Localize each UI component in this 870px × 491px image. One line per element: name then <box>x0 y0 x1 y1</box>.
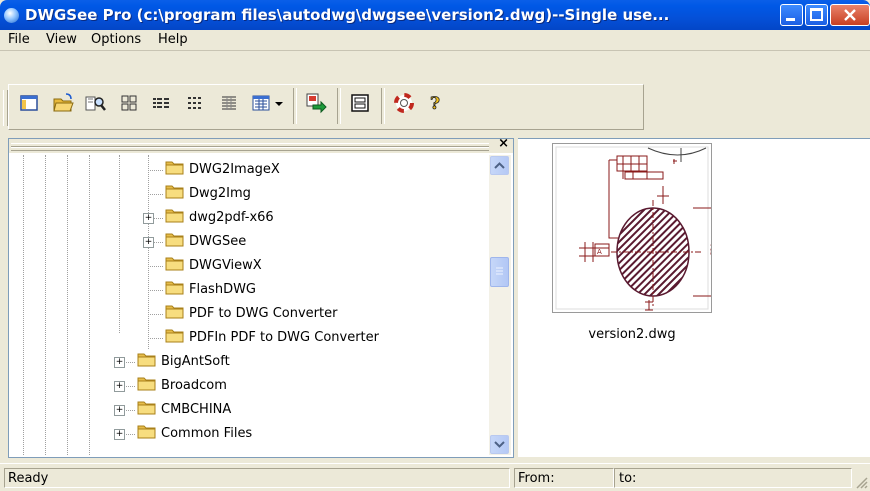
status-from: From: <box>514 468 614 488</box>
tree-item[interactable]: Dwg2Img <box>165 183 251 207</box>
details-view-icon[interactable] <box>218 92 240 114</box>
folder-icon <box>165 207 185 227</box>
folder-icon <box>137 423 157 443</box>
svg-text:?: ? <box>430 94 440 114</box>
thumbnail-view-icon[interactable] <box>250 92 272 114</box>
tree-item-label: BigAntSoft <box>161 353 230 369</box>
window-icon[interactable] <box>349 92 371 114</box>
chevron-up-icon <box>494 162 505 169</box>
toolbar-grip[interactable] <box>3 90 8 126</box>
about-icon[interactable]: ? <box>424 92 446 115</box>
folder-icon <box>165 159 185 179</box>
folder-icon <box>165 303 185 323</box>
menu-options[interactable]: Options <box>91 32 141 47</box>
tree-item-label: DWG2ImageX <box>189 161 280 177</box>
thumbnail-caption: version2.dwg <box>588 327 676 342</box>
menu-bar: File View Options Help <box>0 30 870 51</box>
menu-file[interactable]: File <box>8 32 30 47</box>
resize-grip-icon[interactable] <box>854 475 868 489</box>
tree-item-label: PDF to DWG Converter <box>189 305 338 321</box>
tree-item-label: FlashDWG <box>189 281 257 297</box>
close-button[interactable] <box>830 4 870 26</box>
tree-item[interactable]: dwg2pdf-x66 <box>165 207 274 231</box>
folder-tree-pane: × DWG2ImageX Dwg2Img + dwg2pdf-x66 + DWGSee DW… <box>8 136 514 458</box>
tree-item-label: dwg2pdf-x66 <box>189 209 274 225</box>
close-icon <box>844 9 856 21</box>
drawing-thumbnail[interactable]: Ø24 A <box>552 143 723 313</box>
folder-tree: DWG2ImageX Dwg2Img + dwg2pdf-x66 + DWGSee DWGV… <box>9 155 487 455</box>
toolbar-separator <box>337 88 341 124</box>
app-icon[interactable] <box>4 8 19 23</box>
status-text: Ready <box>4 468 510 488</box>
close-pane-icon[interactable]: × <box>498 136 509 151</box>
tree-item-label: DWGSee <box>189 233 247 249</box>
scroll-down-button[interactable] <box>490 435 509 454</box>
open-folder-icon[interactable] <box>52 92 74 114</box>
tree-item-label: Common Files <box>161 425 253 441</box>
dwg-preview-image: Ø24 A <box>553 144 723 312</box>
toolbar-separator <box>381 88 385 124</box>
status-to: to: <box>614 468 852 488</box>
tree-item-label: PDFIn PDF to DWG Converter <box>189 329 379 345</box>
tree-item-label: DWGViewX <box>189 257 262 273</box>
folder-icon <box>165 279 185 299</box>
tree-item[interactable]: Broadcom <box>137 375 227 399</box>
tree-item-label: Broadcom <box>161 377 227 393</box>
scroll-up-button[interactable] <box>490 156 509 175</box>
tree-item[interactable]: DWGViewX <box>165 255 262 279</box>
tree-item[interactable]: FlashDWG <box>165 279 256 303</box>
status-bar: Ready From: to: <box>0 463 870 491</box>
menu-view[interactable]: View <box>46 32 77 47</box>
svg-text:A: A <box>597 248 602 256</box>
list-view-icon[interactable] <box>150 92 172 114</box>
expand-toggle[interactable]: + <box>114 429 125 440</box>
tree-item[interactable]: PDFIn PDF to DWG Converter <box>165 327 379 351</box>
folder-icon <box>165 183 185 203</box>
tree-item-label: Dwg2Img <box>189 185 251 201</box>
small-icons-icon[interactable] <box>184 92 206 114</box>
preview-pane: Ø24 A version2.dwg <box>518 138 870 457</box>
tree-item[interactable]: DWG2ImageX <box>165 159 280 183</box>
folder-icon <box>165 327 185 347</box>
folder-icon <box>165 255 185 275</box>
expand-toggle[interactable]: + <box>143 237 154 248</box>
toolbar-separator <box>293 88 297 124</box>
tree-item[interactable]: DWGSee <box>165 231 246 255</box>
tree-item[interactable]: BigAntSoft <box>137 351 230 375</box>
minimize-button[interactable] <box>780 4 803 26</box>
tree-item[interactable]: CMBCHINA <box>137 399 231 423</box>
window-title: DWGSee Pro (c:\program files\autodwg\dwg… <box>25 6 670 24</box>
tree-item-label: CMBCHINA <box>161 401 232 417</box>
folder-icon <box>165 231 185 251</box>
folder-icon <box>137 375 157 395</box>
browser-pane-icon[interactable] <box>18 92 40 114</box>
menu-help[interactable]: Help <box>158 32 188 47</box>
scroll-thumb[interactable] <box>490 257 509 287</box>
folder-icon <box>137 351 157 371</box>
expand-toggle[interactable]: + <box>114 405 125 416</box>
svg-text:Ø24: Ø24 <box>710 243 711 256</box>
find-files-icon[interactable] <box>84 92 106 114</box>
maximize-button[interactable] <box>805 4 828 26</box>
expand-toggle[interactable]: + <box>114 381 125 392</box>
folder-icon <box>137 399 157 419</box>
expand-toggle[interactable]: + <box>143 213 154 224</box>
expand-toggle[interactable]: + <box>114 357 125 368</box>
view-dropdown-icon[interactable] <box>272 92 286 114</box>
chevron-down-icon <box>494 441 505 448</box>
help-lifebuoy-icon[interactable] <box>393 92 415 114</box>
pane-header[interactable]: × <box>9 136 513 153</box>
tree-item[interactable]: PDF to DWG Converter <box>165 303 337 327</box>
tree-item[interactable]: Common Files <box>137 423 252 447</box>
title-bar: DWGSee Pro (c:\program files\autodwg\dwg… <box>0 0 870 30</box>
tree-scrollbar[interactable] <box>489 155 511 455</box>
large-icons-icon[interactable] <box>118 92 140 114</box>
convert-icon[interactable] <box>305 92 327 114</box>
